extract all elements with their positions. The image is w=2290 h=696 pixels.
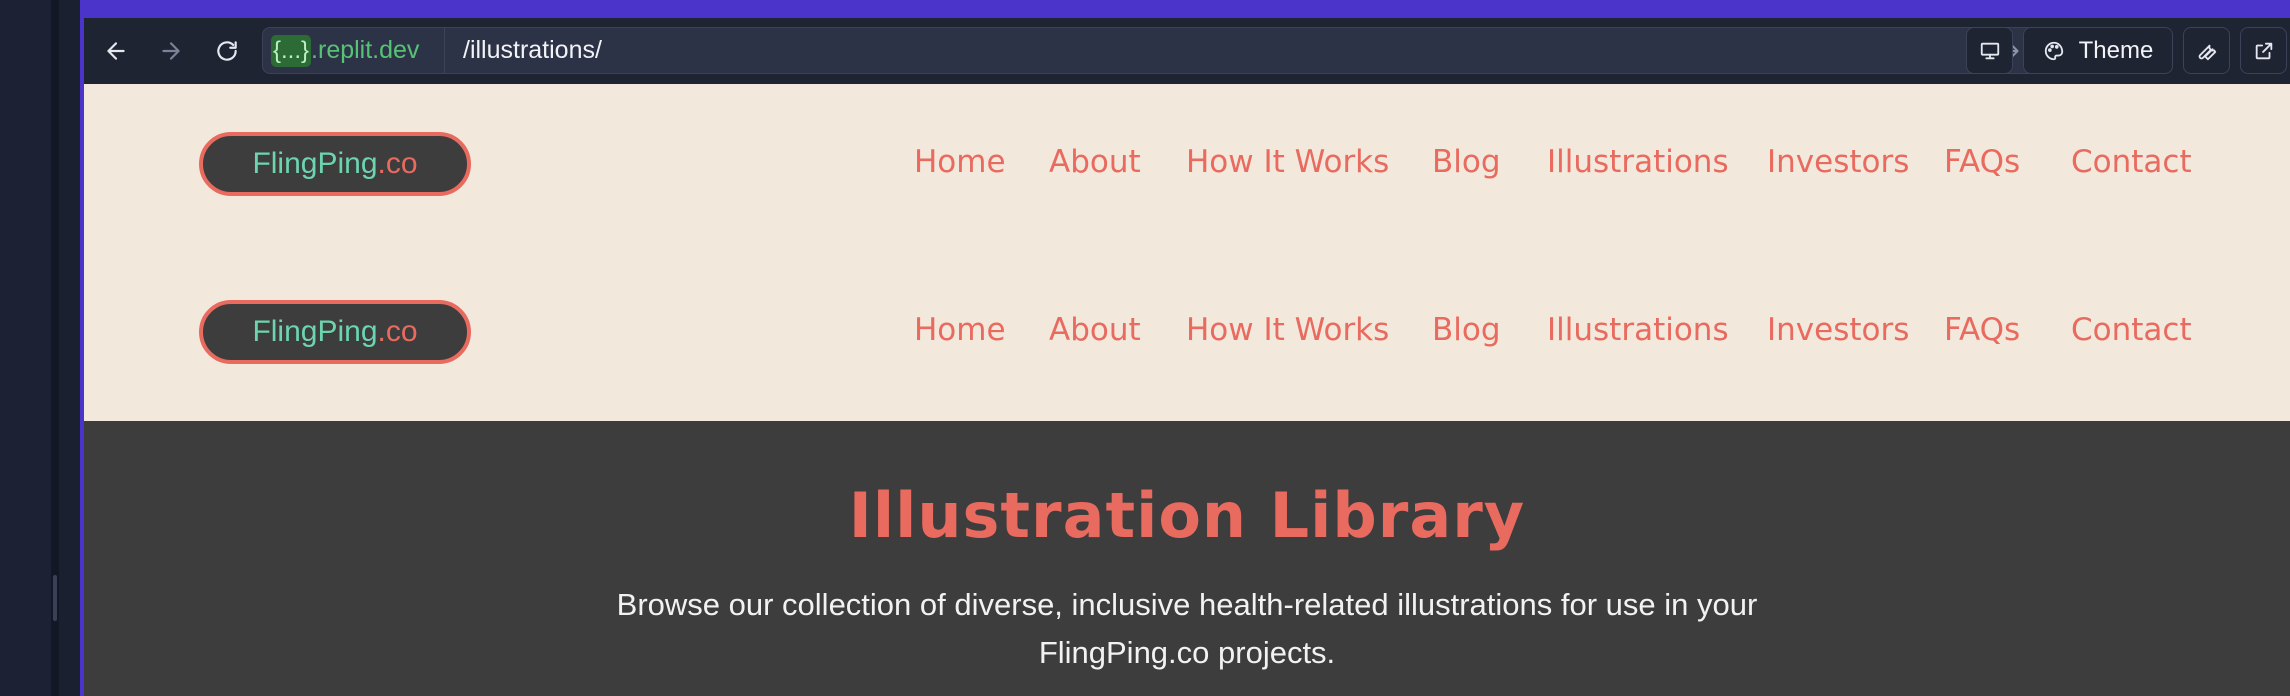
forward-arrow-icon — [162, 42, 180, 60]
logo-main-text: FlingPing — [252, 147, 378, 180]
forward-button[interactable] — [150, 30, 192, 72]
nav-illustrations[interactable]: Illustrations — [1547, 144, 1729, 180]
hero-description: Browse our collection of diverse, inclus… — [84, 581, 2290, 677]
site-logo[interactable]: FlingPing .co — [199, 132, 471, 196]
nav-how-it-works[interactable]: How It Works — [1186, 312, 1389, 348]
hero-description-line1: Browse our collection of diverse, inclus… — [616, 587, 1758, 622]
url-host-braces: {...} — [271, 34, 312, 67]
back-arrow-icon — [107, 42, 125, 60]
wrench-icon — [2198, 44, 2216, 60]
nav-investors[interactable]: Investors — [1767, 312, 1909, 348]
external-link-icon — [2255, 42, 2272, 59]
url-host-suffix: .replit.dev — [311, 36, 420, 64]
devtools-button[interactable] — [2183, 27, 2230, 74]
site-nav-primary: FlingPing .co Home About How It Works Blo… — [84, 114, 2290, 214]
frame-accent-top — [80, 0, 2290, 18]
site-logo[interactable]: FlingPing .co — [199, 300, 471, 364]
theme-button[interactable]: Theme — [2023, 27, 2173, 74]
page-title: Illustration Library — [848, 479, 1526, 552]
reload-button[interactable] — [206, 30, 248, 72]
theme-label: Theme — [2078, 36, 2154, 64]
logo-tld-text: .co — [377, 315, 418, 348]
nav-home[interactable]: Home — [914, 144, 1006, 180]
nav-blog[interactable]: Blog — [1432, 144, 1501, 180]
url-bar[interactable]: {...} .replit.dev /illustrations/ — [262, 27, 2036, 74]
nav-faqs[interactable]: FAQs — [1944, 312, 2020, 348]
nav-illustrations[interactable]: Illustrations — [1547, 312, 1729, 348]
nav-contact[interactable]: Contact — [2071, 144, 2192, 180]
nav-how-it-works[interactable]: How It Works — [1186, 144, 1389, 180]
site-header-area: FlingPing .co Home About How It Works Blo… — [84, 84, 2290, 421]
ide-left-panel — [0, 0, 51, 696]
palette-icon — [2044, 41, 2063, 60]
site-page: FlingPing .co Home About How It Works Blo… — [84, 84, 2290, 696]
hero-section: Illustration Library Browse our collecti… — [84, 421, 2290, 696]
hero-description-line2: FlingPing.co projects. — [1038, 635, 1336, 670]
nav-home[interactable]: Home — [914, 312, 1006, 348]
monitor-icon — [1980, 42, 1999, 59]
url-host: {...} .replit.dev — [263, 28, 445, 73]
back-button[interactable] — [95, 30, 137, 72]
nav-blog[interactable]: Blog — [1432, 312, 1501, 348]
reload-icon — [217, 41, 237, 61]
url-path[interactable]: /illustrations/ — [463, 28, 602, 73]
webview: {...} .replit.dev /illustrations/ Theme … — [84, 18, 2290, 696]
open-new-tab-button[interactable] — [2240, 27, 2287, 74]
nav-investors[interactable]: Investors — [1767, 144, 1909, 180]
browser-toolbar: {...} .replit.dev /illustrations/ Theme — [84, 18, 2290, 84]
site-nav-secondary: FlingPing .co Home About How It Works Blo… — [84, 282, 2290, 382]
nav-contact[interactable]: Contact — [2071, 312, 2192, 348]
device-preview-button[interactable] — [1966, 27, 2013, 74]
nav-faqs[interactable]: FAQs — [1944, 144, 2020, 180]
logo-tld-text: .co — [377, 147, 418, 180]
nav-about[interactable]: About — [1049, 312, 1141, 348]
nav-about[interactable]: About — [1049, 144, 1141, 180]
logo-main-text: FlingPing — [252, 315, 378, 348]
resize-handle[interactable] — [53, 575, 57, 621]
